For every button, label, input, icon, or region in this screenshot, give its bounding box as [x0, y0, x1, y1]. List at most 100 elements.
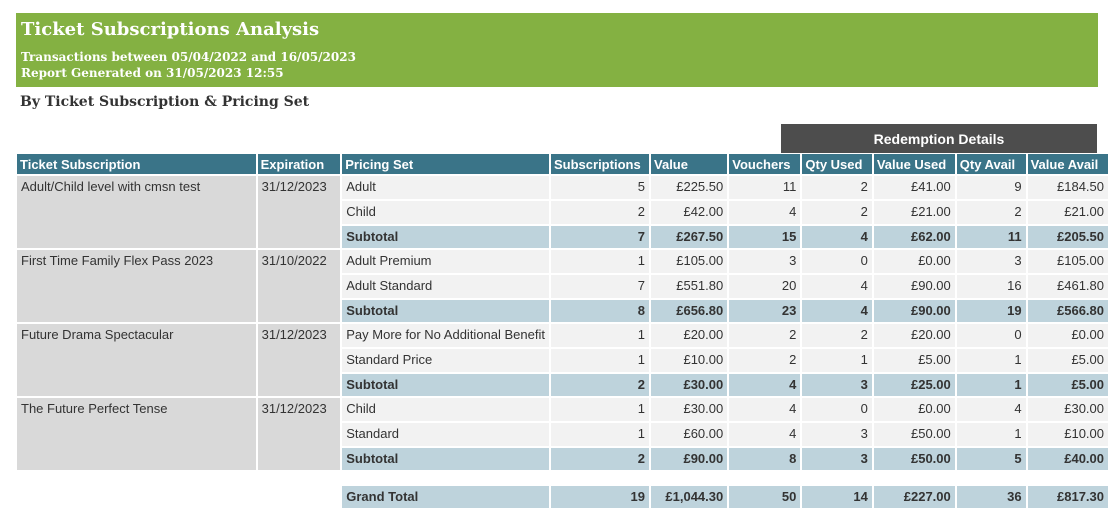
spacer: [17, 472, 1108, 486]
subtotal-vouchers: 23: [729, 300, 801, 324]
table-row: The Future Perfect Tense 31/12/2023 Chil…: [17, 398, 1108, 472]
table-row: Adult/Child level with cmsn test 31/12/2…: [17, 176, 1108, 250]
blank-cell: [257, 486, 341, 508]
subtotal-value: £90.00: [651, 448, 728, 472]
value-used: £0.00: [873, 398, 955, 423]
vouchers: 4: [729, 201, 801, 226]
col-value-used: Value Used: [873, 154, 955, 176]
pricing-set: Adult: [342, 176, 549, 201]
value-avail: £30.00: [1027, 398, 1108, 423]
subtotal-value-avail: £205.50: [1027, 226, 1108, 250]
subscriptions-count: 1: [551, 398, 650, 423]
subscriptions-count: 1: [551, 349, 650, 374]
vouchers: 4: [729, 423, 801, 448]
subtotal-vouchers: 15: [729, 226, 801, 250]
subtotal-label: Subtotal: [342, 448, 549, 472]
value: £20.00: [651, 324, 728, 349]
value-avail: £184.50: [1027, 176, 1108, 201]
subtotal-qty-avail: 5: [956, 448, 1026, 472]
col-subscriptions: Subscriptions: [551, 154, 650, 176]
qty-avail: 0: [956, 324, 1026, 349]
value-avail: £105.00: [1027, 250, 1108, 275]
qty-avail: 16: [956, 275, 1026, 300]
value-avail: £21.00: [1027, 201, 1108, 226]
pricing-set: Child: [342, 201, 549, 226]
subscriptions-count: 1: [551, 423, 650, 448]
table-header-row: Ticket Subscription Expiration Pricing S…: [17, 154, 1108, 176]
col-value-avail: Value Avail: [1027, 154, 1108, 176]
subtotal-subscriptions: 2: [551, 448, 650, 472]
pricing-set: Adult Standard: [342, 275, 549, 300]
subscriptions-count: 1: [551, 324, 650, 349]
vouchers: 2: [729, 349, 801, 374]
expiration-date: 31/12/2023: [257, 176, 341, 250]
subtotal-label: Subtotal: [342, 226, 549, 250]
vouchers: 2: [729, 324, 801, 349]
value-used: £90.00: [873, 275, 955, 300]
value: £30.00: [651, 398, 728, 423]
vouchers: 11: [729, 176, 801, 201]
subtotal-subscriptions: 7: [551, 226, 650, 250]
subscriptions-count: 2: [551, 201, 650, 226]
subtotal-qty-avail: 19: [956, 300, 1026, 324]
subtotal-value-used: £25.00: [873, 374, 955, 398]
col-ticket-subscription: Ticket Subscription: [17, 154, 256, 176]
grand-total-qty-avail: 36: [956, 486, 1026, 508]
col-qty-avail: Qty Avail: [956, 154, 1026, 176]
subscription-name: Adult/Child level with cmsn test: [17, 176, 256, 250]
report-title: Ticket Subscriptions Analysis: [21, 19, 320, 40]
value-avail: £10.00: [1027, 423, 1108, 448]
value: £10.00: [651, 349, 728, 374]
section-title: By Ticket Subscription & Pricing Set: [20, 94, 310, 110]
vouchers: 20: [729, 275, 801, 300]
qty-avail: 1: [956, 423, 1026, 448]
value: £551.80: [651, 275, 728, 300]
qty-avail: 1: [956, 349, 1026, 374]
grand-total-value-used: £227.00: [873, 486, 955, 508]
subscriptions-count: 5: [551, 176, 650, 201]
subtotal-value: £30.00: [651, 374, 728, 398]
qty-avail: 3: [956, 250, 1026, 275]
subtotal-qty-avail: 1: [956, 374, 1026, 398]
report-header-banner: Ticket Subscriptions Analysis Transactio…: [16, 13, 1098, 87]
subtotal-vouchers: 4: [729, 374, 801, 398]
transactions-range: Transactions between 05/04/2022 and 16/0…: [21, 50, 356, 64]
subtotal-qty-used: 3: [802, 448, 872, 472]
subtotal-subscriptions: 2: [551, 374, 650, 398]
subtotal-label: Subtotal: [342, 300, 549, 324]
subtotal-value-avail: £40.00: [1027, 448, 1108, 472]
subtotal-label: Subtotal: [342, 374, 549, 398]
subscriptions-count: 1: [551, 250, 650, 275]
table-row: First Time Family Flex Pass 2023 31/10/2…: [17, 250, 1108, 324]
spacer-row: [17, 472, 1108, 486]
value-used: £20.00: [873, 324, 955, 349]
redemption-details-header: Redemption Details: [781, 124, 1097, 153]
subscription-name: The Future Perfect Tense: [17, 398, 256, 472]
qty-used: 0: [802, 398, 872, 423]
value: £60.00: [651, 423, 728, 448]
qty-used: 2: [802, 201, 872, 226]
qty-used: 4: [802, 275, 872, 300]
subtotal-qty-used: 4: [802, 226, 872, 250]
value: £42.00: [651, 201, 728, 226]
grand-total-vouchers: 50: [729, 486, 801, 508]
pricing-set: Adult Premium: [342, 250, 549, 275]
vouchers: 4: [729, 398, 801, 423]
subtotal-qty-used: 3: [802, 374, 872, 398]
subtotal-value-avail: £566.80: [1027, 300, 1108, 324]
grand-total-value: £1,044.30: [651, 486, 728, 508]
value: £105.00: [651, 250, 728, 275]
subscription-name: Future Drama Spectacular: [17, 324, 256, 398]
subscriptions-table: Ticket Subscription Expiration Pricing S…: [15, 154, 1110, 508]
qty-used: 3: [802, 423, 872, 448]
value-used: £5.00: [873, 349, 955, 374]
expiration-date: 31/10/2022: [257, 250, 341, 324]
col-pricing-set: Pricing Set: [342, 154, 549, 176]
qty-used: 2: [802, 176, 872, 201]
grand-total-row: Grand Total 19 £1,044.30 50 14 £227.00 3…: [17, 486, 1108, 508]
col-qty-used: Qty Used: [802, 154, 872, 176]
value-used: £41.00: [873, 176, 955, 201]
pricing-set: Standard Price: [342, 349, 549, 374]
subtotal-value-avail: £5.00: [1027, 374, 1108, 398]
grand-total-qty-used: 14: [802, 486, 872, 508]
